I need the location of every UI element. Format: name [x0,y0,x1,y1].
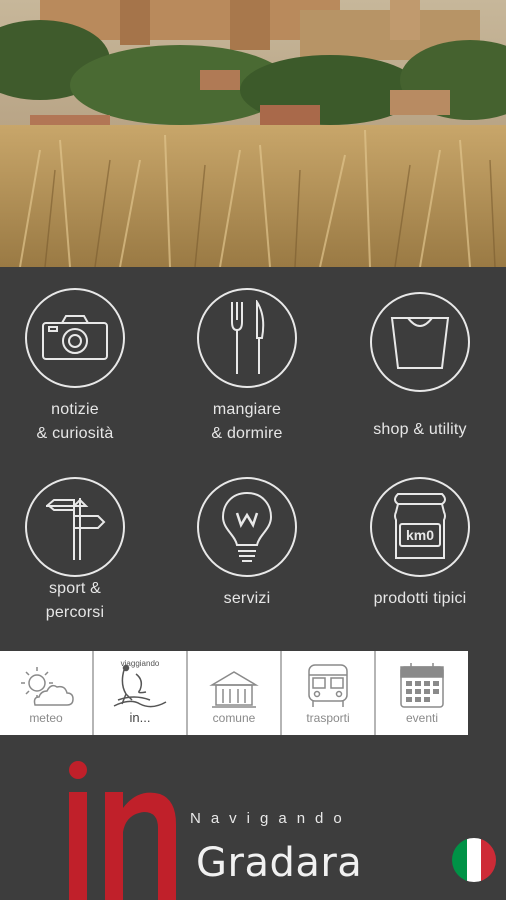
viaggiando-caption: viaggiando [120,659,160,668]
quick-link-meteo-label: meteo [29,711,63,725]
menu-label-sport: sport & percorsi [45,580,105,621]
camera-icon [25,288,125,388]
quick-links-strip: meteo viaggiando in... comune trasporti … [0,651,468,735]
menu-label-prodotti: prodotti tipici [373,590,467,607]
quick-link-eventi[interactable]: eventi [374,651,468,735]
quick-link-meteo[interactable]: meteo [0,651,92,735]
fork-knife-icon [197,288,297,388]
signpost-icon [25,477,125,577]
menu-tile-prodotti[interactable]: km0 prodotti tipici [336,477,504,611]
menu-tile-sport[interactable]: sport & percorsi [0,477,159,625]
brand-logo-text: in [60,752,61,753]
shopping-bag-icon [370,292,470,392]
jar-icon: km0 [370,477,470,577]
figure-logo-icon [113,664,167,708]
hero-photo [0,0,506,267]
menu-label-notizie: notizie & curiosità [36,401,114,442]
italy-flag-icon[interactable] [452,838,496,882]
quick-link-comune-label: comune [212,711,256,725]
quick-link-viaggiando[interactable]: viaggiando in... [92,651,186,735]
quick-link-eventi-label: eventi [405,711,439,725]
menu-label-mangiare: mangiare & dormire [211,401,283,442]
menu-tile-servizi[interactable]: servizi [163,477,331,611]
calendar-icon [400,663,444,708]
menu-tile-notizie[interactable]: notizie & curiosità [0,288,159,446]
quick-link-trasporti-label: trasporti [306,711,350,725]
menu-tile-shop[interactable]: shop & utility [336,288,504,442]
jar-label: km0 [406,527,434,543]
menu-label-shop: shop & utility [373,421,467,438]
menu-label-servizi: servizi [223,590,271,607]
brand-logo-in: in [60,752,176,900]
brand-name: Gradara [196,840,363,886]
brand-subtitle: Navigando [190,810,352,827]
bus-icon [308,664,348,707]
menu-tile-mangiare[interactable]: mangiare & dormire [163,288,331,446]
quick-link-trasporti[interactable]: trasporti [280,651,374,735]
quick-link-viaggiando-label: in... [129,710,151,725]
quick-link-comune[interactable]: comune [186,651,280,735]
lightbulb-icon [197,477,297,577]
sun-cloud-icon [21,667,74,706]
town-hall-icon [209,671,259,708]
